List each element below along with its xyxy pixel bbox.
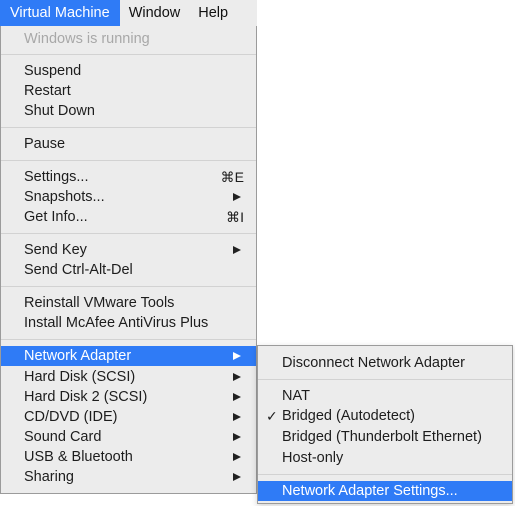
menu-item-label: Sound Card — [24, 429, 102, 445]
submenu-arrow-icon — [233, 473, 241, 481]
menu-separator — [1, 286, 256, 287]
menubar-help[interactable]: Help — [189, 0, 237, 26]
menu-item-status: Windows is running — [1, 29, 256, 49]
menu-item-pause[interactable]: Pause — [1, 134, 256, 154]
menu-item-settings[interactable]: Settings... ⌘E — [1, 167, 256, 187]
submenu-arrow-icon — [233, 433, 241, 441]
checkmark-icon: ✓ — [266, 407, 278, 424]
menu-item-sharing[interactable]: Sharing — [1, 467, 256, 487]
menu-item-label: CD/DVD (IDE) — [24, 409, 118, 425]
shortcut-label: ⌘E — [220, 168, 244, 185]
menu-separator — [1, 233, 256, 234]
menu-separator — [1, 160, 256, 161]
menu-item-label: NAT — [282, 388, 310, 404]
menu-item-label: Windows is running — [24, 31, 150, 47]
menu-item-label: Get Info... — [24, 209, 88, 225]
menu-separator — [258, 474, 512, 475]
menu-item-label: Suspend — [24, 63, 82, 79]
menu-item-shut-down[interactable]: Shut Down — [1, 101, 256, 121]
menu-item-install-mcafee[interactable]: Install McAfee AntiVirus Plus — [1, 313, 256, 333]
submenu-item-network-adapter-settings[interactable]: Network Adapter Settings... — [258, 481, 512, 501]
submenu-item-bridged-autodetect[interactable]: ✓ Bridged (Autodetect) — [258, 406, 512, 426]
submenu-item-nat[interactable]: NAT — [258, 386, 512, 406]
menubar-window[interactable]: Window — [120, 0, 190, 26]
menu-item-restart[interactable]: Restart — [1, 81, 256, 101]
menu-separator — [1, 339, 256, 340]
menu-item-send-ctrl-alt-del[interactable]: Send Ctrl-Alt-Del — [1, 260, 256, 280]
menu-item-label: Host-only — [282, 450, 344, 466]
submenu-item-host-only[interactable]: Host-only — [258, 448, 512, 468]
menu-item-reinstall-tools[interactable]: Reinstall VMware Tools — [1, 293, 256, 313]
menu-separator — [1, 127, 256, 128]
shortcut-label: ⌘I — [226, 208, 244, 225]
submenu-arrow-icon — [233, 373, 241, 381]
menu-item-get-info[interactable]: Get Info... ⌘I — [1, 207, 256, 227]
submenu-arrow-icon — [233, 393, 241, 401]
menu-item-label: Hard Disk 2 (SCSI) — [24, 389, 148, 405]
submenu-arrow-icon — [233, 453, 241, 461]
menubar-virtual-machine[interactable]: Virtual Machine — [0, 0, 120, 26]
menu-item-label: Network Adapter Settings... — [282, 483, 458, 499]
menu-item-label: Snapshots... — [24, 189, 105, 205]
submenu-item-disconnect[interactable]: Disconnect Network Adapter — [258, 353, 512, 373]
menu-item-cd-dvd[interactable]: CD/DVD (IDE) — [1, 407, 256, 427]
menu-item-label: Bridged (Thunderbolt Ethernet) — [282, 429, 482, 445]
virtual-machine-menu: Windows is running Suspend Restart Shut … — [0, 26, 257, 494]
menu-item-label: Pause — [24, 136, 66, 152]
submenu-arrow-icon — [233, 246, 241, 254]
menu-item-network-adapter[interactable]: Network Adapter — [1, 346, 256, 366]
menu-item-label: Bridged (Autodetect) — [282, 408, 415, 424]
menu-item-usb-bluetooth[interactable]: USB & Bluetooth — [1, 447, 256, 467]
menu-item-suspend[interactable]: Suspend — [1, 61, 256, 81]
menu-item-label: Disconnect Network Adapter — [282, 355, 465, 371]
menu-item-label: Network Adapter — [24, 348, 132, 364]
menu-item-hard-disk-2[interactable]: Hard Disk 2 (SCSI) — [1, 387, 256, 407]
network-adapter-submenu: Disconnect Network Adapter NAT ✓ Bridged… — [257, 345, 513, 504]
menu-item-label: Send Ctrl-Alt-Del — [24, 262, 133, 278]
menu-item-snapshots[interactable]: Snapshots... — [1, 187, 256, 207]
menu-item-label: Send Key — [24, 242, 87, 258]
submenu-arrow-icon — [233, 193, 241, 201]
menu-item-label: Reinstall VMware Tools — [24, 295, 175, 311]
menu-item-label: USB & Bluetooth — [24, 449, 133, 465]
submenu-arrow-icon — [233, 413, 241, 421]
menu-item-hard-disk[interactable]: Hard Disk (SCSI) — [1, 367, 256, 387]
menu-item-label: Restart — [24, 83, 71, 99]
submenu-arrow-icon — [233, 352, 241, 360]
menu-item-sound-card[interactable]: Sound Card — [1, 427, 256, 447]
menu-item-send-key[interactable]: Send Key — [1, 240, 256, 260]
menu-separator — [258, 379, 512, 380]
menu-separator — [1, 54, 256, 55]
menu-item-label: Shut Down — [24, 103, 95, 119]
menu-item-label: Install McAfee AntiVirus Plus — [24, 315, 209, 331]
menu-item-label: Hard Disk (SCSI) — [24, 369, 136, 385]
submenu-item-bridged-thunderbolt[interactable]: Bridged (Thunderbolt Ethernet) — [258, 427, 512, 447]
menu-bar: Virtual Machine Window Help — [0, 0, 257, 26]
menu-item-label: Sharing — [24, 469, 74, 485]
